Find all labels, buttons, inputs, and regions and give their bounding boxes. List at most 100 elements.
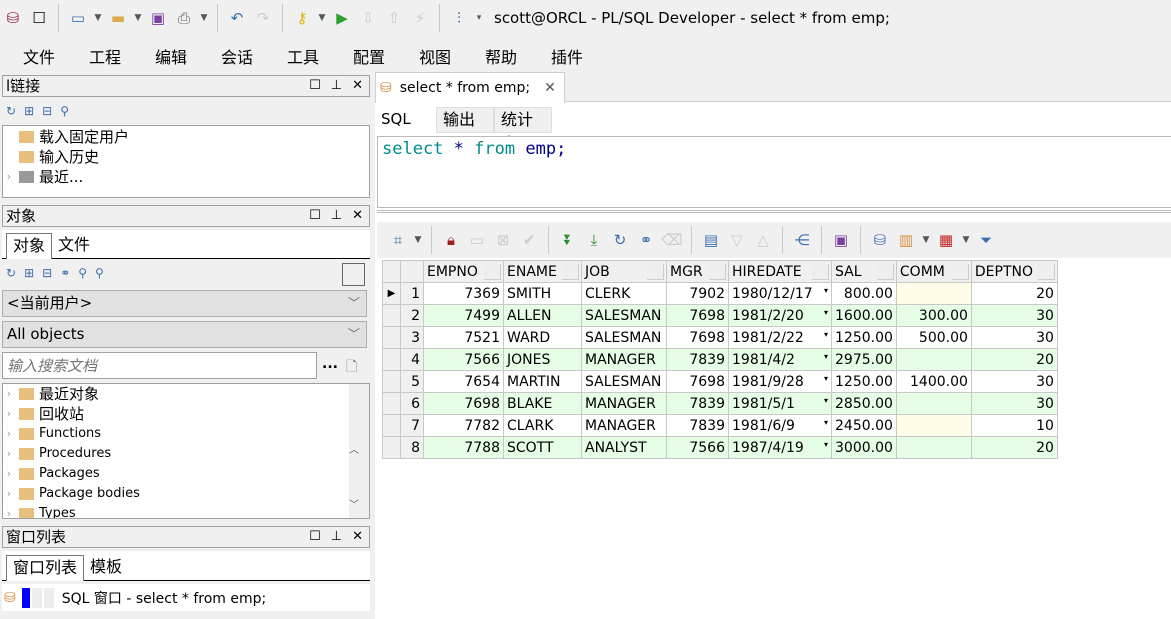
new-document-icon[interactable]: 🗋 [346,356,357,380]
export-icon[interactable]: ⛁ [867,227,893,253]
toolbar-overflow-icon[interactable]: ▾ [472,13,486,23]
tree-item[interactable]: › Procedures [3,444,369,464]
row-number[interactable]: 3 [400,326,424,349]
settings-sliders-icon[interactable]: ⫶ [446,5,472,31]
table-row[interactable]: 5 7654 MARTIN SALESMAN 7698 1981/9/28 ▾ 1250.00… [382,370,1058,393]
cell-empno[interactable]: 7566 [423,348,504,371]
editor-tab[interactable]: ⛁ select * from emp; ✕ [375,72,565,103]
date-picker-icon[interactable]: ▾ [824,374,828,383]
single-record-view-icon[interactable]: ▤ [698,227,724,253]
pin-icon[interactable]: ⊥ [331,76,342,96]
cell-sal[interactable]: 1250.00 [831,326,897,349]
break-icon[interactable]: ⇩ [355,5,381,31]
cell-deptno[interactable]: 20 [970,348,1058,371]
collapse-icon[interactable]: ⊟ [42,104,52,118]
cell-hiredate[interactable]: 1980/12/17 ▾ [728,282,832,305]
commit-icon[interactable]: ⇧ [381,5,407,31]
cell-sal[interactable]: 1600.00 [831,304,897,327]
filter-edit-icon[interactable]: ⚲ [95,266,104,280]
row-number[interactable]: 7 [400,414,424,437]
cell-empno[interactable]: 7521 [423,326,504,349]
row-marker[interactable] [382,436,401,459]
filter-icon[interactable]: ⚲ [78,266,87,280]
cell-comm[interactable] [895,414,972,437]
cell-deptno[interactable]: 30 [970,370,1058,393]
close-icon[interactable]: ✕ [352,206,363,226]
cell-comm[interactable]: 300.00 [895,304,972,327]
cell-mgr[interactable]: 7839 [666,414,729,437]
row-number[interactable]: 5 [400,370,424,393]
row-marker[interactable] [382,392,401,415]
result-grid[interactable]: EMPNO ENAME JOB MGR HIREDATE SAL COMM DEPTNO ▶ 1… [382,260,1058,459]
menu-view[interactable]: 视图 [402,40,468,70]
table-row[interactable]: 3 7521 WARD SALESMAN 7698 1981/2/22 ▾ 1250.00 50… [382,326,1058,349]
close-icon[interactable]: ✕ [352,527,363,547]
column-button[interactable] [562,264,579,280]
cell-job[interactable]: MANAGER [581,348,667,371]
tab-sql[interactable]: SQL [375,107,436,133]
delete-record-icon[interactable]: ⊠ [490,227,516,253]
query-tree-icon[interactable]: ⋲ [789,227,815,253]
save-icon[interactable]: ▣ [828,227,854,253]
object-type-select[interactable]: All objects ﹀ [2,321,367,348]
row-marker[interactable] [382,304,401,327]
refresh-icon[interactable]: ↻ [6,104,16,118]
tree-item[interactable]: › Package bodies [3,484,369,504]
date-picker-icon[interactable]: ▾ [824,330,828,339]
row-number[interactable]: 8 [400,436,424,459]
menu-config[interactable]: 配置 [336,40,402,70]
insert-record-icon[interactable]: ▭ [464,227,490,253]
tab-templates[interactable]: 模板 [84,555,128,581]
cell-mgr[interactable]: 7698 [666,326,729,349]
row-number[interactable]: 4 [400,348,424,371]
post-changes-icon[interactable]: ✔ [516,227,542,253]
cell-hiredate[interactable]: 1987/4/19 ▾ [728,436,832,459]
cell-mgr[interactable]: 7698 [666,304,729,327]
print-icon[interactable]: ⎙ [171,5,197,31]
filter-icon[interactable]: ⚲ [60,104,69,118]
cell-job[interactable]: SALESMAN [581,370,667,393]
select-columns-icon[interactable]: ⌗ [385,227,411,253]
table-row[interactable]: 7 7782 CLARK MANAGER 7839 1981/6/9 ▾ 2450.00 10 [382,414,1058,437]
column-header-empno[interactable]: EMPNO [423,260,504,283]
cell-deptno[interactable]: 30 [970,392,1058,415]
column-button[interactable] [876,264,894,280]
cell-sal[interactable]: 3000.00 [831,436,897,459]
tree-item[interactable]: › 最近对象 [3,384,369,404]
cell-ename[interactable]: WARD [503,326,582,349]
column-button[interactable] [951,264,969,280]
cell-job[interactable]: ANALYST [581,436,667,459]
cell-job[interactable]: MANAGER [581,414,667,437]
cell-mgr[interactable]: 7698 [666,370,729,393]
row-marker[interactable] [382,326,401,349]
tab-output[interactable]: 输出 [436,107,494,133]
undo-icon[interactable]: ↶ [224,5,250,31]
next-record-icon[interactable]: ▽ [724,227,750,253]
grid-icon[interactable]: ▦ [933,227,959,253]
color-box[interactable] [342,263,365,286]
tree-item[interactable]: › Types [3,504,369,518]
user-select[interactable]: <当前用户> ﹀ [2,290,367,317]
open-folder-icon[interactable]: ▬ [105,5,131,31]
tree-item[interactable]: 载入固定用户 [3,127,369,147]
cell-comm[interactable] [895,348,972,371]
cell-ename[interactable]: SMITH [503,282,582,305]
cell-hiredate[interactable]: 1981/9/28 ▾ [728,370,832,393]
column-header-ename[interactable]: ENAME [503,260,582,283]
table-row[interactable]: 2 7499 ALLEN SALESMAN 7698 1981/2/20 ▾ 1600.00 3… [382,304,1058,327]
date-picker-icon[interactable]: ▾ [824,286,828,295]
close-icon[interactable]: ✕ [352,76,363,96]
row-number[interactable]: 2 [400,304,424,327]
pin-icon[interactable]: ⊥ [331,527,342,547]
menu-file[interactable]: 文件 [6,40,72,70]
column-header-mgr[interactable]: MGR [666,260,729,283]
cell-mgr[interactable]: 7566 [666,436,729,459]
cell-ename[interactable]: MARTIN [503,370,582,393]
window-list-item[interactable]: ⛁ SQL 窗口 - select * from emp; [2,584,370,611]
cell-empno[interactable]: 7499 [423,304,504,327]
window-icon[interactable]: ☐ [26,5,52,31]
chart-icon[interactable]: ▥ [893,227,919,253]
maximize-icon[interactable]: ☐ [309,527,321,547]
column-button[interactable] [812,264,829,280]
key-icon[interactable]: ⚷ [289,5,315,31]
